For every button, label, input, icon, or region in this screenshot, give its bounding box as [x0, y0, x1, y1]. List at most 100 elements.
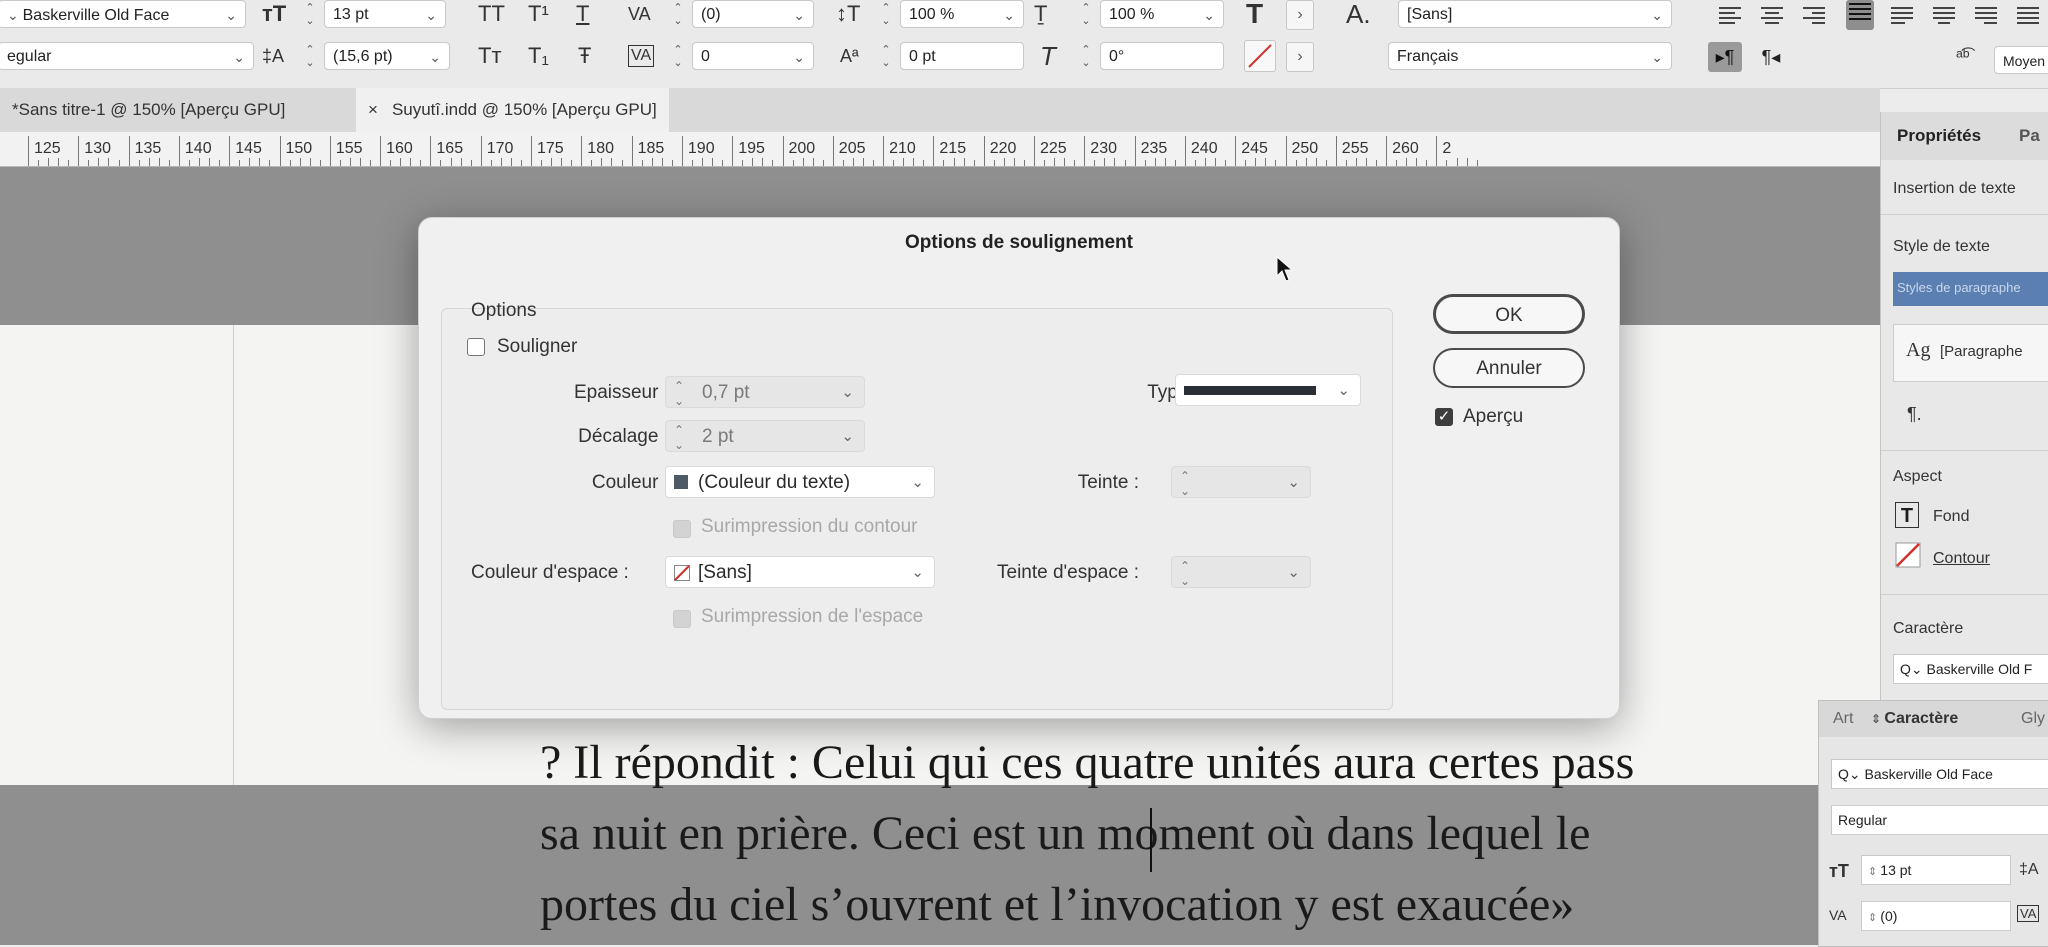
char-tracking-field[interactable]: ⇕ (0) [1861, 901, 2011, 931]
tracking-field[interactable]: (0) ⌄ [692, 0, 814, 28]
stroke-none-swatch[interactable] [1244, 40, 1276, 72]
overprint-stroke-checkbox[interactable] [673, 520, 691, 538]
tab-art[interactable]: Art [1833, 710, 1853, 728]
thickness-field[interactable]: ⌃ ⌄ 0,7 pt ⌄ [665, 376, 865, 408]
offset-field[interactable]: ⌃ ⌄ 2 pt ⌄ [665, 420, 865, 452]
all-caps-icon[interactable]: TT [478, 0, 505, 28]
cancel-button[interactable]: Annuler [1433, 348, 1585, 388]
underline-checkbox[interactable] [467, 338, 485, 356]
font-family-field[interactable]: ⌄ Baskerville Old Face ⌄ [0, 0, 246, 28]
justify-all-icon[interactable] [1846, 0, 1874, 30]
gap-tint-field[interactable]: ⌃ ⌄ ⌄ [1171, 556, 1311, 588]
tint-field[interactable]: ⌃ ⌄ ⌄ [1171, 466, 1311, 498]
chevron-down-icon[interactable]: ⌄ [793, 43, 805, 69]
character-style-field[interactable]: [Sans] ⌄ [1398, 0, 1672, 28]
align-center-icon[interactable] [1758, 4, 1786, 28]
paragraph-ltr-icon[interactable]: ▸¶ [1708, 42, 1742, 72]
kerning-field[interactable]: 0 ⌄ [692, 42, 814, 70]
underline-label[interactable]: Souligner [497, 336, 577, 358]
chevron-down-icon[interactable]: ⌄ [1287, 557, 1300, 589]
stroke-label[interactable]: Contour [1933, 550, 1990, 568]
color-field[interactable]: (Couleur du texte) ⌄ [665, 466, 935, 498]
char-font-size-stepper[interactable]: ⇕ [1868, 866, 1880, 878]
tab-properties[interactable]: Propriétés [1897, 112, 1981, 160]
char-font-family-field[interactable]: Q⌄ Baskerville Old Face [1831, 759, 2048, 789]
chevron-down-icon[interactable]: ⌄ [1287, 467, 1300, 499]
paragraph-style-field[interactable]: Ag [Paragraphe [1893, 324, 2048, 382]
tab-glyphs[interactable]: Gly [2021, 710, 2045, 728]
tab-character[interactable]: ⇕ Caractère [1871, 710, 1958, 728]
small-caps-icon[interactable]: Tт [478, 42, 502, 70]
leading-field[interactable]: (15,6 pt) ⌄ [324, 42, 450, 70]
gap-color-field[interactable]: [Sans] ⌄ [665, 556, 935, 588]
align-right-icon[interactable] [1800, 4, 1828, 28]
chevron-down-icon[interactable]: ⌄ [225, 1, 237, 27]
strikethrough-icon[interactable]: Ŧ [578, 42, 591, 70]
ok-button[interactable]: OK [1433, 294, 1585, 334]
tab-sans-titre[interactable]: *Sans titre-1 @ 150% [Aperçu GPU] [0, 88, 297, 132]
justify-full-icon[interactable] [2014, 4, 2042, 28]
fill-text-icon[interactable]: T [1895, 502, 1919, 528]
align-left-icon[interactable] [1716, 4, 1744, 28]
tab-pages[interactable]: Pa [2019, 112, 2040, 160]
baseline-shift-field[interactable]: 0 pt [900, 42, 1024, 70]
justify-left-icon[interactable] [1888, 4, 1916, 28]
superscript-icon[interactable]: T¹ [528, 0, 549, 28]
kerning-stepper[interactable]: ⌃ ⌄ [668, 42, 688, 70]
tracking-stepper[interactable]: ⌃ ⌄ [668, 0, 688, 28]
gap-tint-stepper[interactable]: ⌃ ⌄ [1180, 557, 1190, 587]
char-font-style-field[interactable]: Regular [1831, 805, 2048, 835]
preview-label[interactable]: Aperçu [1463, 406, 1523, 428]
fill-label[interactable]: Fond [1933, 508, 1969, 526]
horizontal-scale-field[interactable]: 100 % ⌄ [1100, 0, 1224, 28]
chevron-down-icon[interactable]: ⌄ [841, 421, 854, 453]
baseline-shift-stepper[interactable]: ⌃ ⌄ [876, 42, 896, 70]
tint-stepper[interactable]: ⌃ ⌄ [1180, 467, 1190, 497]
font-size-field[interactable]: 13 pt ⌄ [324, 0, 446, 28]
horizontal-scale-stepper[interactable]: ⌃ ⌄ [1076, 0, 1096, 28]
body-text-line-3[interactable]: portes du ciel s’ouvrent et l’invocation… [540, 877, 1574, 932]
font-size-stepper[interactable]: ⌃ ⌄ [300, 0, 320, 28]
justify-center-icon[interactable] [1930, 4, 1958, 28]
chevron-down-icon[interactable]: ⌄ [1203, 1, 1215, 27]
body-text-line-1[interactable]: ? Il répondit : Celui qui ces quatre uni… [540, 735, 1634, 790]
chevron-down-icon[interactable]: ⌄ [1651, 43, 1663, 69]
stroke-menu-button[interactable]: › [1286, 42, 1314, 72]
chevron-down-icon[interactable]: ⌄ [429, 43, 441, 69]
chevron-down-icon[interactable]: ⌄ [1003, 1, 1015, 27]
char-font-size-field[interactable]: ⇕ 13 pt [1861, 855, 2011, 885]
tab-suyuti[interactable]: × Suyutî.indd @ 150% [Aperçu GPU] [356, 88, 669, 132]
body-text-line-2[interactable]: sa nuit en prière. Ceci est un moment où… [540, 806, 1590, 861]
preview-checkbox[interactable]: ✓ [1435, 408, 1453, 426]
stroke-none-icon[interactable] [1895, 542, 1921, 568]
overprint-gap-checkbox[interactable] [673, 610, 691, 628]
pilcrow-icon[interactable]: ¶. [1907, 404, 1922, 425]
skew-field[interactable]: 0° [1100, 42, 1224, 70]
vertical-scale-stepper[interactable]: ⌃ ⌄ [876, 0, 896, 28]
offset-stepper[interactable]: ⌃ ⌄ [674, 421, 684, 451]
chevron-down-icon[interactable]: ⌄ [793, 1, 805, 27]
chevron-down-icon[interactable]: ⌄ [841, 377, 854, 409]
subscript-icon[interactable]: T₁ [528, 42, 549, 70]
char-tracking-stepper[interactable]: ⇕ [1868, 912, 1880, 924]
font-style-field[interactable]: egular ⌄ [0, 42, 254, 70]
chevron-down-icon[interactable]: ⌄ [425, 1, 437, 27]
paragraph-styles-dropdown[interactable]: Styles de paragraphe [1893, 272, 2048, 306]
language-field[interactable]: Français ⌄ [1388, 42, 1672, 70]
chevron-down-icon[interactable]: ⌄ [911, 467, 924, 499]
vertical-scale-field[interactable]: 100 % ⌄ [900, 0, 1024, 28]
leading-stepper[interactable]: ⌃ ⌄ [300, 42, 320, 70]
type-field[interactable]: ⌄ [1175, 374, 1361, 406]
font-search-field[interactable]: Q⌄ Baskerville Old F [1893, 654, 2048, 684]
fill-menu-button[interactable]: › [1286, 0, 1314, 30]
close-icon[interactable]: × [368, 100, 378, 119]
justify-right-icon[interactable] [1972, 4, 2000, 28]
chevron-down-icon[interactable]: ⌄ [1337, 375, 1350, 407]
thickness-stepper[interactable]: ⌃ ⌄ [674, 377, 684, 407]
underline-icon[interactable]: T [576, 0, 589, 28]
composer-field[interactable]: Moyen [1994, 46, 2048, 74]
text-fill-icon[interactable]: T [1246, 0, 1263, 28]
paragraph-rtl-icon[interactable]: ¶◂ [1754, 42, 1788, 72]
chevron-down-icon[interactable]: ⌄ [233, 43, 245, 69]
chevron-down-icon[interactable]: ⌄ [1651, 1, 1663, 27]
